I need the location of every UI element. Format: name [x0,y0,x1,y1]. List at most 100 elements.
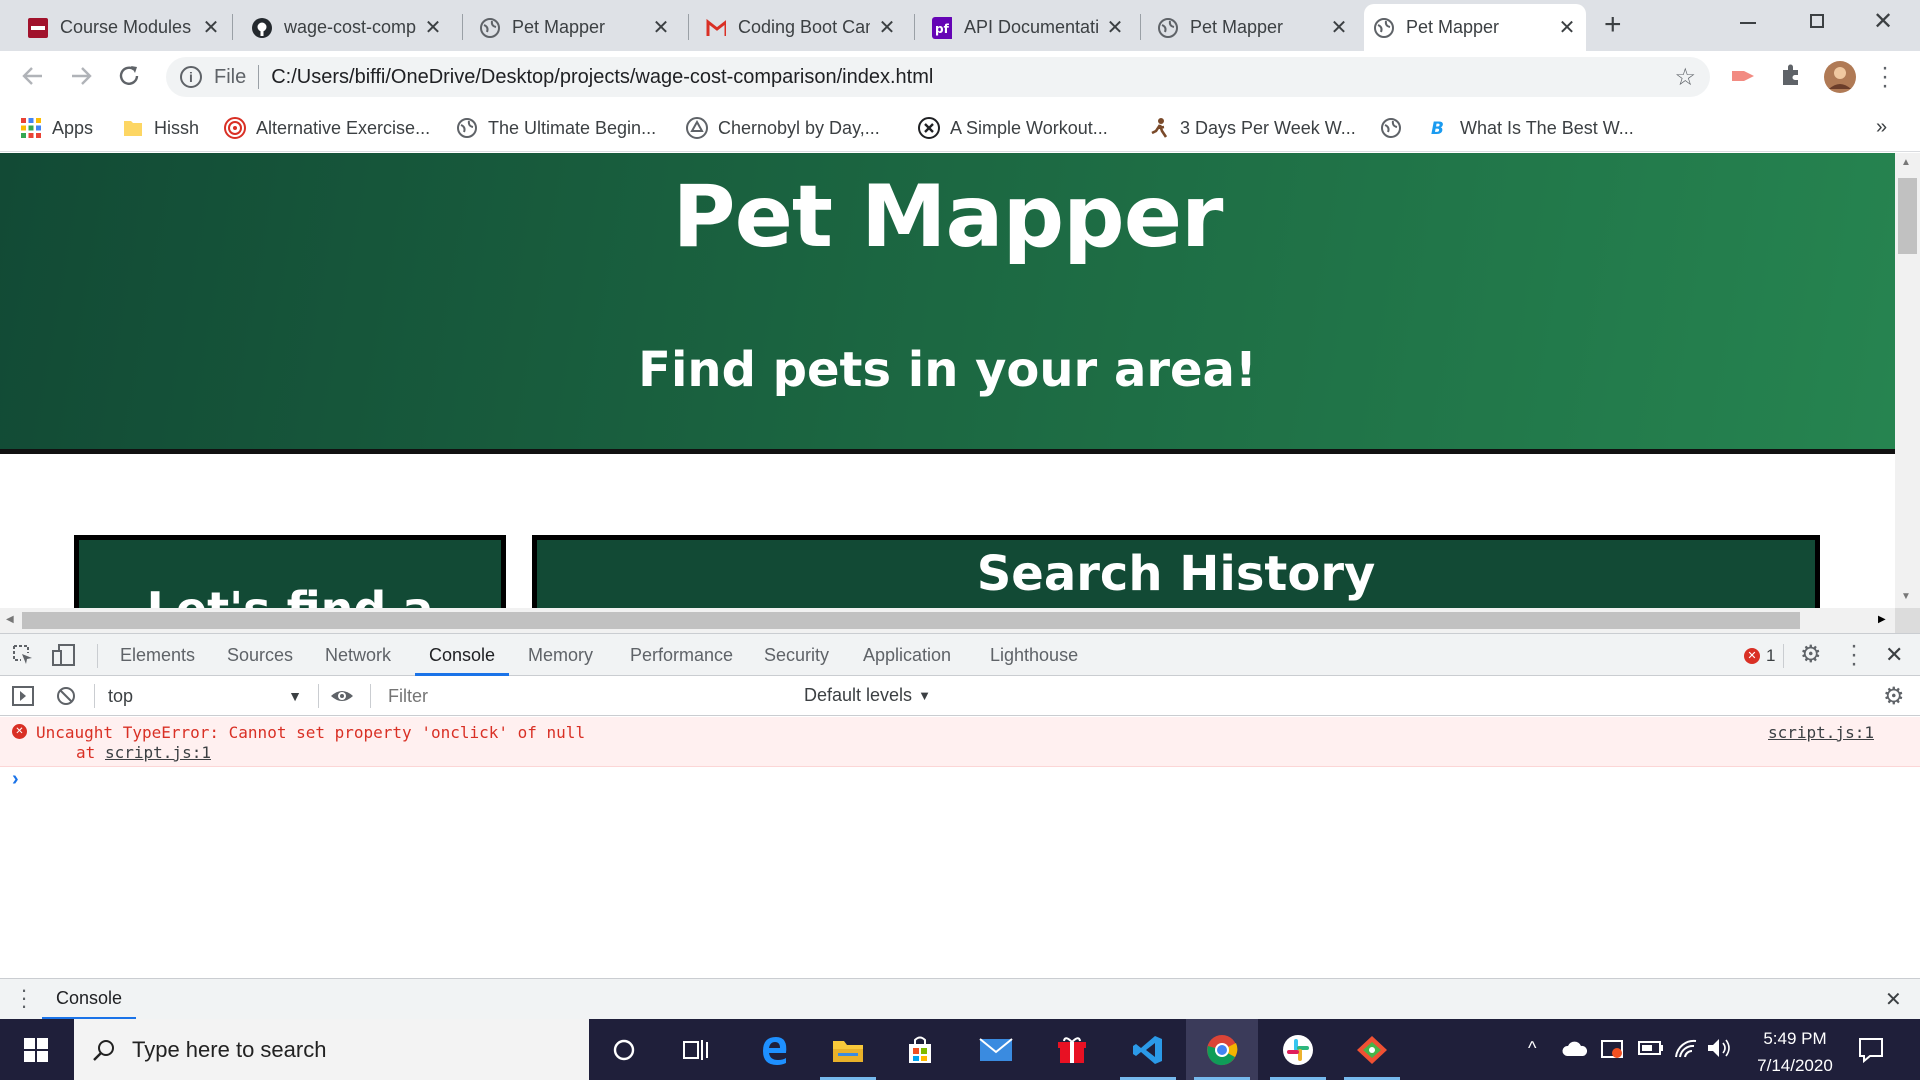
tab-course-modules[interactable]: Course Modules ✕ [18,4,230,51]
tab-pet-mapper-active[interactable]: Pet Mapper ✕ [1364,4,1586,51]
scroll-up-arrow-icon[interactable]: ▲ [1901,157,1911,168]
tab-pet-mapper-1[interactable]: Pet Mapper ✕ [470,4,680,51]
show-hidden-icons-chevron[interactable]: ^ [1528,1038,1536,1059]
log-levels-dropdown[interactable]: Default levels ▼ [804,685,931,706]
devtools-tab-sources[interactable]: Sources [227,634,293,676]
taskbar-search-box[interactable]: Type here to search [74,1019,589,1080]
microsoft-store-icon[interactable] [884,1019,956,1080]
close-tab-icon[interactable]: ✕ [1558,18,1576,38]
gift-app-icon[interactable] [1036,1019,1108,1080]
bookmark-apps[interactable]: Apps [20,114,93,142]
bookmarks-overflow-chevron[interactable]: » [1876,116,1887,139]
taskbar-clock[interactable]: 5:49 PM 7/14/2020 [1740,1025,1850,1079]
bookmark-alternative-exercise[interactable]: Alternative Exercise... [224,114,430,142]
notifications-icon[interactable] [1858,1037,1884,1063]
show-console-sidebar-icon[interactable] [12,686,34,706]
devtools-tab-network[interactable]: Network [325,634,391,676]
devtools-menu-icon[interactable]: · · · [1849,634,1859,676]
bookmark-globe[interactable] [1380,114,1412,142]
device-toolbar-icon[interactable] [52,644,76,666]
devtools-close-icon[interactable]: ✕ [1885,642,1903,668]
bookmark-star-icon[interactable]: ☆ [1674,63,1696,92]
devtools-tab-memory[interactable]: Memory [528,634,593,676]
devtools-tab-security[interactable]: Security [764,634,829,676]
bookmark-folder-hissh[interactable]: Hissh [122,114,199,142]
extensions-puzzle-icon[interactable] [1778,63,1804,89]
horizontal-scroll-thumb[interactable] [22,612,1800,629]
scroll-down-arrow-icon[interactable]: ▼ [1901,591,1911,602]
error-source-link[interactable]: script.js:1 [1768,723,1874,742]
vscode-icon[interactable] [1112,1019,1184,1080]
bookmark-3-days-per-week[interactable]: 3 Days Per Week W... [1148,114,1356,142]
devtools-tab-lighthouse[interactable]: Lighthouse [990,634,1078,676]
slack-icon[interactable] [1262,1019,1334,1080]
bookmark-chernobyl[interactable]: Chernobyl by Day,... [686,114,880,142]
drawer-close-icon[interactable]: ✕ [1885,987,1902,1012]
security-tray-icon[interactable] [1600,1037,1624,1061]
devtools-tab-performance[interactable]: Performance [630,634,733,676]
battery-icon[interactable] [1638,1039,1664,1057]
clear-console-icon[interactable] [56,686,76,706]
edge-icon[interactable] [738,1019,810,1080]
tab-wage-cost-comparison[interactable]: wage-cost-comparison ✕ [242,4,452,51]
console-settings-gear-icon[interactable]: ⚙ [1883,682,1905,711]
console-filter-input[interactable] [380,680,790,712]
tab-coding-boot-camp[interactable]: Coding Boot Camp ✕ [696,4,906,51]
info-icon[interactable]: i [180,66,202,88]
restore-window-button[interactable] [1810,14,1824,28]
new-tab-button[interactable]: + [1604,8,1622,42]
extension-icon[interactable] [1730,63,1758,89]
wifi-icon[interactable] [1674,1037,1698,1059]
close-tab-icon[interactable]: ✕ [652,18,670,38]
onedrive-cloud-icon[interactable] [1562,1039,1588,1057]
scroll-left-arrow-icon[interactable]: ◀ [6,614,14,625]
search-history-card: Search History [532,535,1820,608]
task-view-icon[interactable] [660,1019,732,1080]
bookmark-simple-workout[interactable]: A Simple Workout... [918,114,1108,142]
cortana-icon[interactable] [588,1019,660,1080]
devtools-settings-gear-icon[interactable]: ⚙ [1800,640,1822,669]
reload-button[interactable] [116,63,142,89]
address-bar[interactable]: i File C:/Users/biffi/OneDrive/Desktop/p… [166,57,1710,97]
close-tab-icon[interactable]: ✕ [424,18,442,38]
bookmark-what-is-the-best[interactable]: B What Is The Best W... [1428,114,1634,142]
file-explorer-icon[interactable] [812,1019,884,1080]
profile-avatar[interactable] [1824,61,1856,93]
bookmark-label: What Is The Best W... [1460,117,1634,138]
devtools-tab-elements[interactable]: Elements [120,634,195,676]
tab-api-documentation[interactable]: pf API Documentation ✕ [922,4,1134,51]
inspect-element-icon[interactable] [12,644,34,666]
volume-icon[interactable] [1706,1037,1732,1059]
bookmark-ultimate-beginner[interactable]: The Ultimate Begin... [456,114,656,142]
minimize-window-button[interactable] [1740,22,1756,24]
page-vertical-scrollbar[interactable]: ▲ ▼ [1895,153,1920,608]
close-tab-icon[interactable]: ✕ [1106,18,1124,38]
error-count-badge[interactable]: ✕ 1 [1744,646,1775,666]
windows-start-icon[interactable] [0,1019,72,1080]
execution-context-select[interactable]: top ▼ [100,680,306,712]
close-tab-icon[interactable]: ✕ [1330,18,1348,38]
gitkraken-icon[interactable] [1336,1019,1408,1080]
drawer-tab-console[interactable]: Console [42,979,137,1019]
browser-menu-icon[interactable]: · · · [1880,56,1890,98]
drawer-menu-icon[interactable]: · · · [20,979,28,1017]
console-prompt[interactable]: › [12,768,1912,798]
chrome-icon[interactable] [1186,1019,1258,1080]
circle-x-icon [918,117,940,139]
tab-separator [688,14,689,40]
mail-icon[interactable] [960,1019,1032,1080]
devtools-tab-console[interactable]: Console [415,634,510,676]
page-horizontal-scrollbar[interactable]: ◀ ▶ [0,608,1895,633]
close-tab-icon[interactable]: ✕ [202,18,220,38]
error-stack-link[interactable]: script.js:1 [105,743,211,762]
close-window-button[interactable]: ✕ [1873,7,1893,36]
address-url[interactable]: C:/Users/biffi/OneDrive/Desktop/projects… [271,66,933,89]
forward-button[interactable] [68,63,94,89]
tab-pet-mapper-2[interactable]: Pet Mapper ✕ [1148,4,1358,51]
vertical-scroll-thumb[interactable] [1898,178,1917,254]
back-button[interactable] [20,63,46,89]
devtools-tab-application[interactable]: Application [863,634,951,676]
close-tab-icon[interactable]: ✕ [878,18,896,38]
scroll-right-arrow-icon[interactable]: ▶ [1878,614,1886,625]
live-expression-eye-icon[interactable] [330,686,354,706]
